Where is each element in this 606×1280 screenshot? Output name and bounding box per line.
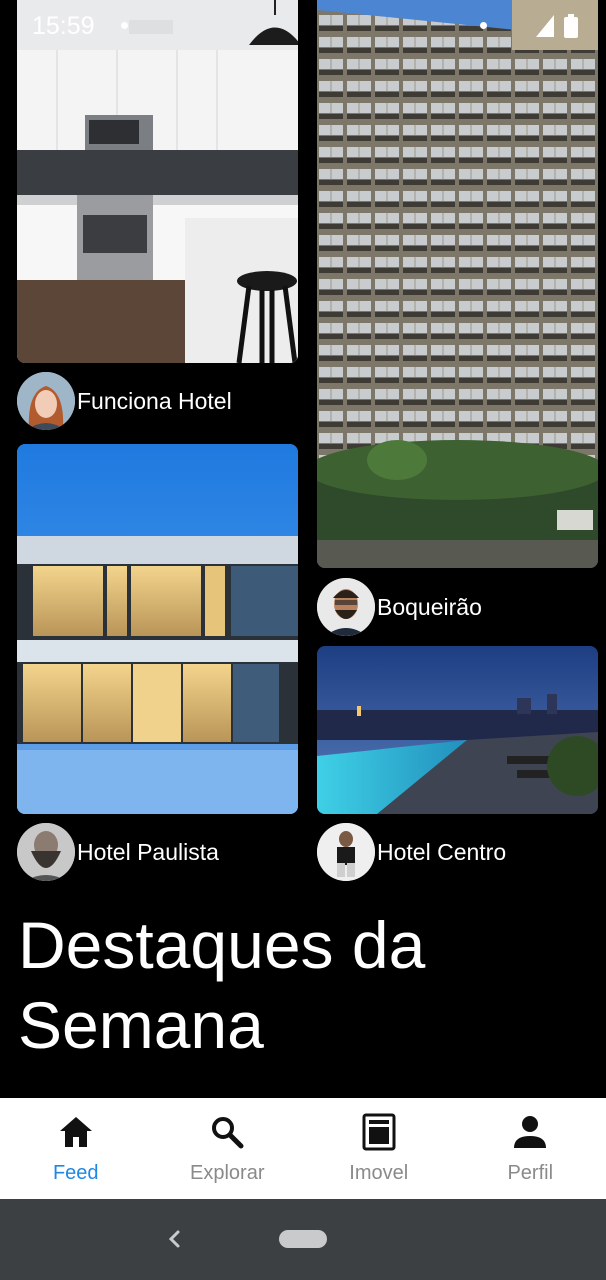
avatar-photo bbox=[17, 823, 75, 881]
person-icon bbox=[510, 1112, 550, 1152]
owner-row[interactable]: Hotel Centro bbox=[317, 823, 506, 881]
avatar-photo bbox=[317, 578, 375, 636]
glass-house-photo bbox=[17, 444, 298, 814]
nav-label: Feed bbox=[52, 1162, 99, 1184]
owner-name: Boqueirão bbox=[377, 593, 482, 620]
home-pill-button[interactable] bbox=[279, 1230, 327, 1248]
nav-item-perfil[interactable]: Perfil bbox=[455, 1098, 606, 1199]
status-icons bbox=[536, 14, 578, 38]
avatar bbox=[17, 372, 75, 430]
property-image-kitchen[interactable] bbox=[17, 0, 298, 363]
kitchen-photo bbox=[17, 0, 298, 363]
back-icon[interactable] bbox=[162, 1223, 188, 1255]
signal-icon bbox=[536, 15, 554, 37]
owner-name: Hotel Centro bbox=[377, 838, 507, 865]
system-nav-bar bbox=[0, 1199, 606, 1280]
owner-row[interactable]: Hotel Paulista bbox=[17, 823, 219, 881]
notification-dot-icon bbox=[121, 22, 128, 29]
owner-name: Hotel Paulista bbox=[77, 838, 219, 865]
owner-row[interactable]: Funciona Hotel bbox=[17, 372, 232, 430]
property-image-tower[interactable] bbox=[317, 0, 598, 568]
status-bar: 15:59 bbox=[0, 0, 606, 54]
avatar bbox=[17, 823, 75, 881]
notification-dot-icon bbox=[480, 22, 487, 29]
home-icon bbox=[56, 1112, 96, 1152]
owner-name: Funciona Hotel bbox=[77, 387, 232, 414]
section-title: Destaques da Semana bbox=[18, 908, 426, 1062]
avatar bbox=[317, 823, 375, 881]
feed-grid: Funciona Hotel Boqueirão Hotel Paulista … bbox=[0, 0, 606, 1098]
rooftop-pool-photo bbox=[317, 646, 598, 814]
document-icon bbox=[359, 1112, 399, 1152]
nav-label: Perfil bbox=[507, 1162, 554, 1184]
bottom-nav: Feed Explorar Imovel Perfil bbox=[0, 1098, 606, 1199]
owner-row[interactable]: Boqueirão bbox=[317, 578, 482, 636]
avatar-photo bbox=[317, 823, 375, 881]
search-icon bbox=[207, 1112, 247, 1152]
nav-label: Imovel bbox=[349, 1162, 409, 1184]
property-image-rooftop-pool[interactable] bbox=[317, 646, 598, 814]
nav-label: Explorar bbox=[190, 1162, 265, 1184]
nav-item-imovel[interactable]: Imovel bbox=[303, 1098, 455, 1199]
tower-photo bbox=[317, 0, 598, 568]
battery-icon bbox=[564, 14, 578, 38]
nav-item-feed[interactable]: Feed bbox=[0, 1098, 152, 1199]
nav-item-explorar[interactable]: Explorar bbox=[152, 1098, 304, 1199]
status-time: 15:59 bbox=[32, 12, 95, 40]
avatar bbox=[317, 578, 375, 636]
property-image-glass-house[interactable] bbox=[17, 444, 298, 814]
avatar-photo bbox=[17, 372, 75, 430]
